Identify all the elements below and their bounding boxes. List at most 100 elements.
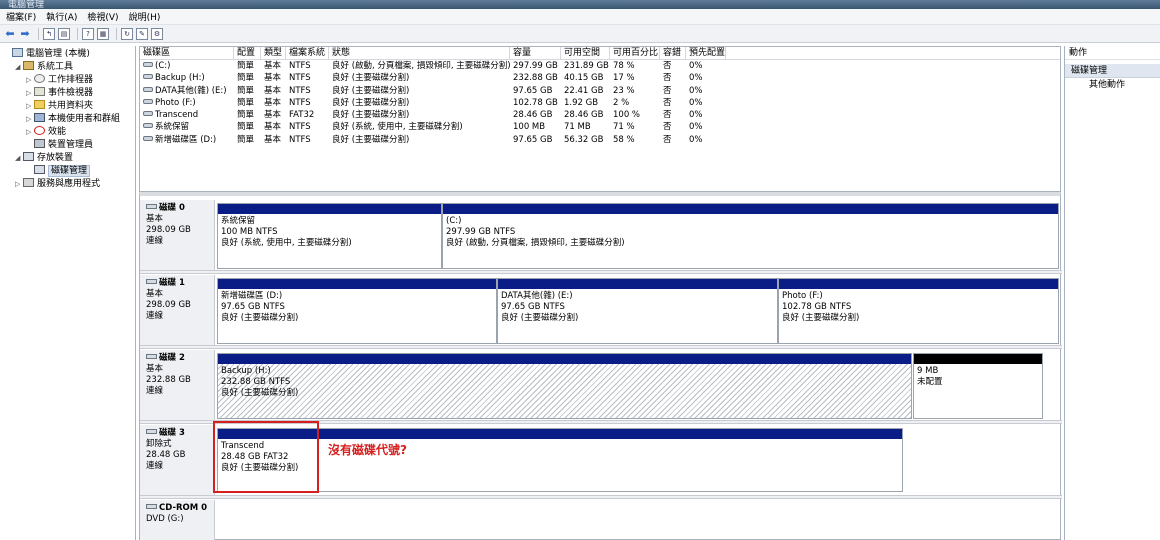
tree-node-label: 磁碟管理	[48, 165, 91, 177]
expand-icon[interactable]: ▷	[15, 178, 23, 191]
table-cell-text: NTFS	[289, 85, 311, 96]
expand-icon[interactable]: ▷	[26, 74, 34, 87]
properties-icon[interactable]: ▦	[97, 27, 109, 40]
show-hide-tree-icon[interactable]: ▤	[58, 27, 70, 40]
table-cell: 簡單	[234, 97, 261, 109]
table-row[interactable]: DATA其他(雜) (E:) 簡單 基本 NTFS 良好 (主要磁碟分割) 97.65 G…	[140, 85, 1060, 97]
table-cell: 簡單	[234, 109, 261, 121]
table-row[interactable]: (C:) 簡單 基本 NTFS 良好 (啟動, 分頁檔案, 損毀傾印, 主要磁碟分割) 2…	[140, 60, 1060, 72]
partition-unallocated[interactable]: 9 MB 未配置	[913, 353, 1043, 419]
unallocated-bar	[914, 354, 1042, 364]
menu-view[interactable]: 檢視(V)	[87, 10, 118, 23]
disk-name: CD-ROM 0	[159, 503, 208, 513]
table-cell: 良好 (主要磁碟分割)	[329, 97, 510, 109]
back-arrow-icon[interactable]: ⬅	[4, 27, 16, 40]
table-cell: 良好 (主要磁碟分割)	[329, 72, 510, 84]
partition-h[interactable]: Backup (H:) 232.88 GB NTFS 良好 (主要磁碟分割)	[217, 353, 912, 419]
tree-node[interactable]: ▷ 效能	[0, 126, 135, 139]
table-row[interactable]: Photo (F:) 簡單 基本 NTFS 良好 (主要磁碟分割) 102.78 GB 1.…	[140, 97, 1060, 109]
refresh-icon[interactable]: ↻	[121, 27, 133, 40]
help-icon[interactable]: ?	[82, 27, 94, 40]
table-cell-text: 簡單	[237, 134, 255, 145]
actions-section-disk-management[interactable]: 磁碟管理	[1065, 64, 1160, 78]
disk-status: 連線	[146, 311, 164, 321]
actions-header: 動作	[1065, 46, 1160, 60]
table-cell: 否	[660, 134, 686, 146]
forward-arrow-icon[interactable]: ➡	[19, 27, 31, 40]
partition-status: 良好 (主要磁碟分割)	[221, 313, 299, 323]
tree-node[interactable]: 磁碟管理	[0, 165, 135, 178]
disk-2-label[interactable]: 磁碟 2 基本 232.88 GB 連線	[140, 350, 215, 420]
toolbar-separator	[38, 27, 39, 40]
settings-icon[interactable]: ⚙	[151, 27, 163, 40]
disk-1-label[interactable]: 磁碟 1 基本 298.09 GB 連線	[140, 275, 215, 345]
tree-node[interactable]: ▷ 工作排程器	[0, 74, 135, 87]
expand-icon[interactable]: ▷	[26, 87, 34, 100]
table-cell-text: 2 %	[613, 97, 630, 108]
disk-2-row: 磁碟 2 基本 232.88 GB 連線 Backup (H:) 232.88 …	[140, 350, 1062, 420]
table-row[interactable]: 系統保留 簡單 基本 NTFS 良好 (系統, 使用中, 主要磁碟分割) 100 MB 71…	[140, 121, 1060, 133]
partition-transcend[interactable]: Transcend 28.48 GB FAT32 良好 (主要磁碟分割)	[217, 428, 903, 492]
expand-icon[interactable]: ▷	[26, 100, 34, 113]
expand-icon[interactable]: ◢	[15, 152, 23, 165]
tree-node[interactable]: ◢ 存放裝置	[0, 152, 135, 165]
partition-info: 97.65 GB NTFS	[501, 302, 565, 312]
table-cell: 100 %	[610, 109, 660, 121]
partition-system-reserved[interactable]: 系統保留 100 MB NTFS 良好 (系統, 使用中, 主要磁碟分割)	[217, 203, 442, 269]
table-cell-text: 100 MB	[513, 122, 546, 133]
table-row[interactable]: 新增磁碟區 (D:) 簡單 基本 NTFS 良好 (主要磁碟分割) 97.65 GB 56.…	[140, 134, 1060, 146]
column-header[interactable]: 容錯	[660, 47, 686, 59]
tree-node[interactable]: ▷ 事件檢視器	[0, 87, 135, 100]
annotation-highlight-box	[213, 421, 319, 493]
column-header[interactable]: 檔案系統	[286, 47, 329, 59]
table-cell: NTFS	[286, 60, 329, 72]
table-cell: 良好 (啟動, 分頁檔案, 損毀傾印, 主要磁碟分割)	[329, 60, 510, 72]
tree-node[interactable]: ▷ 服務與應用程式	[0, 178, 135, 191]
expand-icon[interactable]: ▷	[26, 113, 34, 126]
rescan-icon[interactable]: ✎	[136, 27, 148, 40]
tree-node[interactable]: ▷ 共用資料夾	[0, 100, 135, 113]
navigation-tree: 電腦管理 (本機) ◢ 系統工具 ▷ 工作排程器 ▷ 事件檢視器 ▷ 共用資料夾 ▷ 本機使用者和群…	[0, 46, 136, 540]
column-header[interactable]: 配置	[234, 47, 261, 59]
expand-icon[interactable]: ▷	[26, 126, 34, 139]
tree-node[interactable]: ▷ 本機使用者和群組	[0, 113, 135, 126]
partition-f[interactable]: Photo (F:) 102.78 GB NTFS 良好 (主要磁碟分割)	[778, 278, 1059, 344]
partition-e[interactable]: DATA其他(雜) (E:) 97.65 GB NTFS 良好 (主要磁碟分割)	[497, 278, 778, 344]
column-header[interactable]: 可用百分比	[610, 47, 660, 59]
partition-c[interactable]: (C:) 297.99 GB NTFS 良好 (啟動, 分頁檔案, 損毀傾印, …	[442, 203, 1059, 269]
tree-node[interactable]: ◢ 系統工具	[0, 61, 135, 74]
disk-3-row: 磁碟 3 卸除式 28.48 GB 連線 Transcend 28.48 GB …	[140, 421, 1062, 495]
column-header[interactable]: 可用空間	[561, 47, 610, 59]
partition-bar	[218, 354, 911, 364]
cdrom-0-label[interactable]: CD-ROM 0 DVD (G:)	[140, 500, 215, 540]
column-header[interactable]: 磁碟區	[140, 47, 234, 59]
tree-node[interactable]: 電腦管理 (本機)	[0, 48, 135, 61]
table-cell-text: 良好 (主要磁碟分割)	[332, 85, 410, 96]
expand-icon[interactable]: ◢	[15, 61, 23, 74]
column-header[interactable]: 預先配置	[686, 47, 726, 59]
column-header[interactable]: 容量	[510, 47, 561, 59]
actions-more-actions[interactable]: 其他動作	[1065, 78, 1160, 92]
table-cell-text: 良好 (主要磁碟分割)	[332, 110, 410, 121]
partition-d[interactable]: 新增磁碟區 (D:) 97.65 GB NTFS 良好 (主要磁碟分割)	[217, 278, 497, 344]
disk-size: 28.48 GB	[146, 450, 186, 460]
volume-icon	[143, 86, 153, 92]
menu-help[interactable]: 說明(H)	[129, 10, 161, 23]
column-header[interactable]: 類型	[261, 47, 286, 59]
partition-info: 102.78 GB NTFS	[782, 302, 852, 312]
disk-1-row: 磁碟 1 基本 298.09 GB 連線 新增磁碟區 (D:) 97.65 GB…	[140, 275, 1062, 345]
menu-file[interactable]: 檔案(F)	[6, 10, 36, 23]
up-folder-icon[interactable]: ↰	[43, 27, 55, 40]
column-header[interactable]: 狀態	[329, 47, 510, 59]
disk-3-label[interactable]: 磁碟 3 卸除式 28.48 GB 連線	[140, 425, 215, 495]
menu-action[interactable]: 執行(A)	[46, 10, 77, 23]
table-row[interactable]: Transcend 簡單 基本 FAT32 良好 (主要磁碟分割) 28.46 GB 28.…	[140, 109, 1060, 121]
table-row[interactable]: Backup (H:) 簡單 基本 NTFS 良好 (主要磁碟分割) 232.88 GB 4…	[140, 72, 1060, 84]
table-cell-text: 良好 (主要磁碟分割)	[332, 134, 410, 145]
table-cell-text: 100 %	[613, 110, 641, 121]
annotation-text: 沒有磁碟代號?	[328, 443, 407, 457]
table-cell: 良好 (主要磁碟分割)	[329, 109, 510, 121]
disk-0-label[interactable]: 磁碟 0 基本 298.09 GB 連線	[140, 200, 215, 270]
partition-info: 232.88 GB NTFS	[221, 377, 291, 387]
tree-node[interactable]: 裝置管理員	[0, 139, 135, 152]
